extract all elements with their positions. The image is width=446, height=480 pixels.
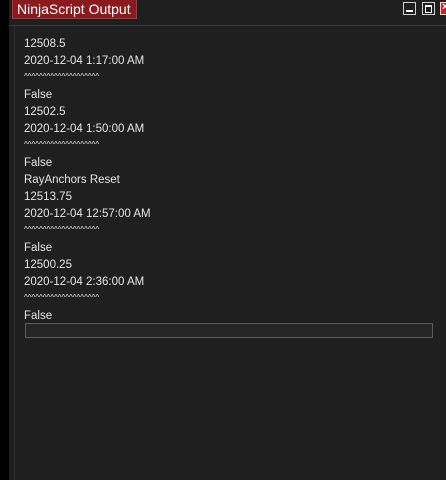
output-line: 2020-12-04 12:57:00 AM	[24, 208, 151, 220]
output-line: RayAnchors Reset	[24, 174, 120, 186]
output-line-separator: ^^^^^^^^^^^^^^^^^^^^	[24, 293, 100, 302]
maximize-icon	[425, 5, 432, 13]
output-line-separator: ^^^^^^^^^^^^^^^^^^^^	[24, 225, 100, 234]
output-line: False	[24, 157, 53, 169]
output-line: 12508.5	[24, 38, 66, 50]
output-line: 12513.75	[24, 191, 72, 203]
output-input-field[interactable]	[25, 323, 433, 338]
output-line: 2020-12-04 1:50:00 AM	[24, 123, 145, 135]
output-line: 12500.25	[24, 259, 72, 271]
minimize-button[interactable]	[403, 2, 416, 15]
close-icon: ×	[442, 1, 446, 13]
output-lines: 12508.5 2020-12-04 1:17:00 AM ^^^^^^^^^^…	[24, 36, 151, 325]
output-line: False	[24, 242, 53, 254]
output-line-separator: ^^^^^^^^^^^^^^^^^^^^	[24, 140, 100, 149]
close-button[interactable]: ×	[440, 1, 446, 15]
minimize-icon	[406, 10, 413, 12]
output-line: False	[24, 89, 53, 101]
output-line: 12502.5	[24, 106, 66, 118]
output-line: 2020-12-04 1:17:00 AM	[24, 55, 145, 67]
output-line: 2020-12-04 2:36:00 AM	[24, 276, 145, 288]
window-title[interactable]: NinjaScript Output	[12, 0, 137, 19]
ninjascript-output-window: NinjaScript Output × 12508.5 2020-12-04 …	[9, 0, 446, 480]
output-panel[interactable]: 12508.5 2020-12-04 1:17:00 AM ^^^^^^^^^^…	[14, 26, 446, 480]
maximize-button[interactable]	[422, 2, 435, 15]
output-line-separator: ^^^^^^^^^^^^^^^^^^^^	[24, 72, 100, 81]
